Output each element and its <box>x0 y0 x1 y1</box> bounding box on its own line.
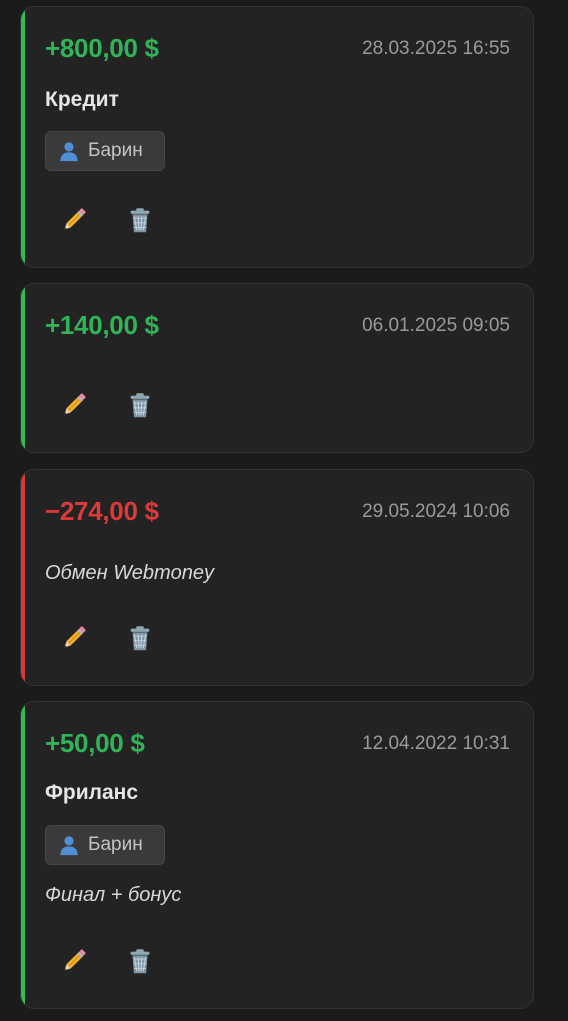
transaction-card[interactable]: +800,00 $ 28.03.2025 16:55 Кредит Барин <box>20 6 534 268</box>
transaction-date: 12.04.2022 10:31 <box>362 733 510 754</box>
trash-icon <box>125 946 155 976</box>
transaction-card[interactable]: +140,00 $ 06.01.2025 09:05 <box>20 283 534 453</box>
pencil-icon <box>58 622 90 654</box>
pencil-icon <box>58 204 90 236</box>
transaction-category: Кредит <box>45 88 119 111</box>
transaction-card[interactable]: −274,00 $ 29.05.2024 10:06 Обмен Webmone… <box>20 469 534 686</box>
edit-button[interactable] <box>57 203 91 237</box>
transaction-date: 29.05.2024 10:06 <box>362 501 510 522</box>
person-name: Барин <box>88 834 143 855</box>
transaction-date: 28.03.2025 16:55 <box>362 38 510 59</box>
transaction-comment: Обмен Webmoney <box>45 562 214 584</box>
delete-button[interactable] <box>123 388 157 422</box>
person-badge: Барин <box>45 825 165 865</box>
edit-button[interactable] <box>57 944 91 978</box>
edit-button[interactable] <box>57 621 91 655</box>
pencil-icon <box>58 389 90 421</box>
transaction-category: Фриланс <box>45 781 139 804</box>
trash-icon <box>125 390 155 420</box>
transaction-card[interactable]: +50,00 $ 12.04.2022 10:31 Фриланс Барин … <box>20 701 534 1009</box>
card-actions <box>57 621 157 655</box>
edit-button[interactable] <box>57 388 91 422</box>
transaction-amount: +800,00 $ <box>45 33 159 63</box>
transaction-amount: +50,00 $ <box>45 728 145 758</box>
trash-icon <box>125 623 155 653</box>
trash-icon <box>125 205 155 235</box>
person-icon <box>58 834 80 856</box>
card-actions <box>57 203 157 237</box>
card-actions <box>57 388 157 422</box>
person-icon <box>58 140 80 162</box>
transaction-amount: −274,00 $ <box>45 496 159 526</box>
delete-button[interactable] <box>123 621 157 655</box>
card-actions <box>57 944 157 978</box>
delete-button[interactable] <box>123 203 157 237</box>
pencil-icon <box>58 945 90 977</box>
transaction-comment: Финал + бонус <box>45 884 182 906</box>
transaction-list: +800,00 $ 28.03.2025 16:55 Кредит Барин … <box>20 0 534 1021</box>
person-name: Барин <box>88 140 143 161</box>
delete-button[interactable] <box>123 944 157 978</box>
transaction-date: 06.01.2025 09:05 <box>362 315 510 336</box>
person-badge: Барин <box>45 131 165 171</box>
transaction-amount: +140,00 $ <box>45 310 159 340</box>
